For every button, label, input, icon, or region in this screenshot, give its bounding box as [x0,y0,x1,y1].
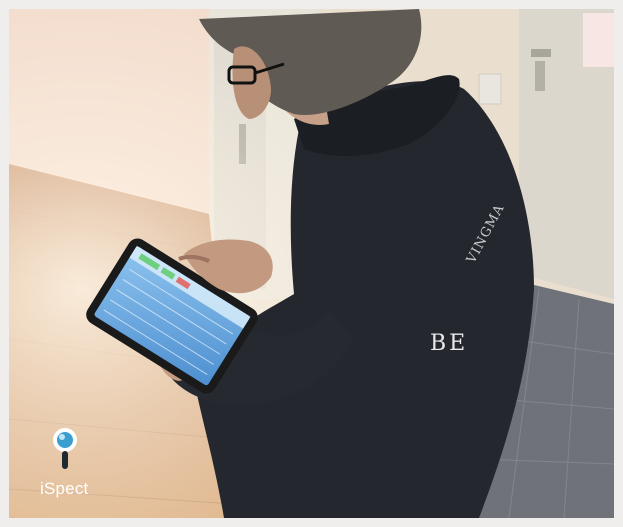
magnifier-pin-icon [53,428,77,469]
brand-logo: iSpect [40,427,100,507]
photo-frame: BE VINGMA iSpect [9,9,614,518]
brand-name: iSpect [40,479,89,498]
jacket-chest-text: BE [430,331,469,356]
